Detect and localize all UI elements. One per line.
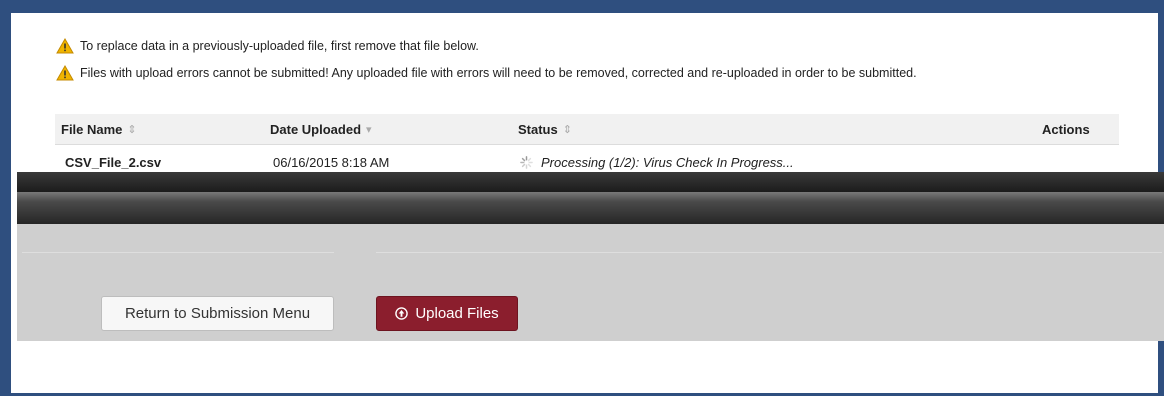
column-header-actions: Actions	[1042, 122, 1090, 137]
status-text: Processing (1/2): Virus Check In Progres…	[541, 155, 794, 170]
notice-text: To replace data in a previously-uploaded…	[80, 39, 479, 53]
sort-icon: ⇕	[562, 124, 572, 136]
sort-icon: ⇕	[127, 124, 137, 136]
divider	[376, 252, 1162, 253]
column-header-label: Status	[518, 122, 558, 137]
window-frame-top	[0, 0, 1164, 13]
divider	[22, 252, 334, 253]
file-name-cell: CSV_File_2.csv	[65, 155, 162, 170]
upload-circle-icon	[395, 307, 409, 320]
column-header-label: File Name	[61, 122, 123, 137]
spinner-icon	[520, 156, 533, 169]
render-artifact-band	[17, 172, 1164, 192]
button-label: Upload Files	[415, 305, 499, 322]
column-header-label: Date Uploaded	[270, 122, 362, 137]
return-to-submission-menu-button[interactable]: Return to Submission Menu	[101, 296, 334, 331]
notice-upload-errors: Files with upload errors cannot be submi…	[56, 65, 917, 81]
column-header-label: Actions	[1042, 122, 1090, 137]
button-label: Return to Submission Menu	[124, 305, 311, 322]
column-header-status[interactable]: Status ⇕	[518, 122, 572, 137]
table-row: CSV_File_2.csv 06/16/2015 8:18 AM Proces…	[55, 146, 1119, 172]
column-header-date-uploaded[interactable]: Date Uploaded ▾	[270, 122, 372, 137]
date-uploaded-cell: 06/16/2015 8:18 AM	[273, 155, 390, 170]
notice-text: Files with upload errors cannot be submi…	[80, 66, 917, 80]
upload-files-button[interactable]: Upload Files	[376, 296, 518, 331]
warning-icon	[56, 38, 74, 54]
render-artifact-band	[17, 192, 1164, 224]
sort-descending-icon: ▾	[366, 124, 372, 136]
column-header-file-name[interactable]: File Name ⇕	[61, 122, 137, 137]
notice-replace-data: To replace data in a previously-uploaded…	[56, 38, 479, 54]
window-frame-left	[0, 0, 11, 396]
table-header: File Name ⇕ Date Uploaded ▾ Status ⇕ Act…	[55, 114, 1119, 145]
status-cell: Processing (1/2): Virus Check In Progres…	[520, 155, 794, 170]
warning-icon	[56, 65, 74, 81]
